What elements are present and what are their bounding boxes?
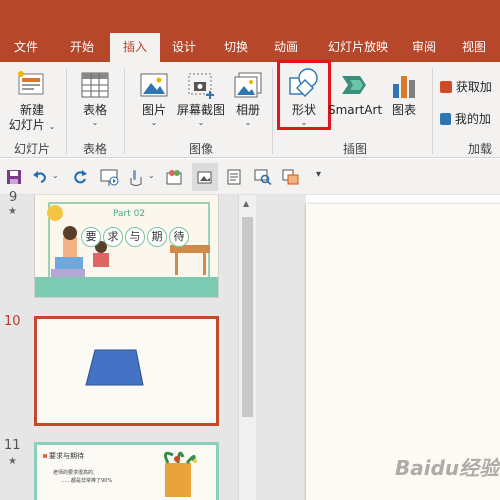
- new-slide-line1: 新建: [19, 103, 44, 117]
- slide-11-heading: 要求与期待: [43, 451, 84, 461]
- slide-9-part-label: Part 02: [113, 209, 146, 219]
- powerpoint-window: 文件 开始 插入 设计 切换 动画 幻灯片放映 审阅 视图 新建 幻灯片 ⌄ 表…: [0, 0, 500, 500]
- addins-icon: [440, 112, 451, 125]
- print-preview-icon[interactable]: [226, 169, 242, 185]
- chevron-down-icon: ⌄: [197, 118, 205, 127]
- thumbnails-scrollbar[interactable]: ▲: [238, 195, 256, 500]
- bullet-icon: [43, 454, 47, 458]
- my-addins-label: 我的加: [454, 112, 491, 126]
- slide-number: 9: [9, 190, 18, 205]
- group-label-images: 图像: [188, 142, 213, 156]
- slideshow-icon[interactable]: [100, 169, 120, 187]
- undo-dropdown-icon[interactable]: ⌄: [52, 171, 59, 180]
- tab-home[interactable]: 开始: [56, 33, 108, 62]
- smartart-button[interactable]: SmartArt: [328, 70, 382, 118]
- transition-star-icon: ★: [8, 206, 17, 217]
- my-addins-button[interactable]: 我的加: [440, 110, 500, 127]
- slide-number: 10: [4, 314, 21, 329]
- picture-label: 图片: [141, 103, 166, 117]
- screenshot-icon: [188, 73, 214, 99]
- pane-gap: [256, 195, 306, 500]
- separator: [66, 68, 67, 154]
- get-addins-label: 获取加: [455, 80, 492, 94]
- slide-11-line2: ……都是非常棒了90%: [61, 478, 113, 484]
- store-icon: [440, 80, 452, 93]
- photo-album-button[interactable]: 相册 ⌄: [228, 70, 268, 128]
- slide-thumbnail-11[interactable]: 要求与期待 老师的要求很高的, ……都是非常棒了90%: [34, 442, 219, 500]
- title-char: 求: [103, 227, 123, 247]
- group-label-tables: 表格: [82, 142, 107, 156]
- chart-label: 图表: [391, 103, 416, 117]
- chevron-down-icon: ⌄: [91, 118, 99, 127]
- tab-insert[interactable]: 插入: [110, 33, 160, 62]
- title-char: 与: [125, 227, 145, 247]
- new-slide-line2: 幻灯片 ⌄: [8, 118, 56, 132]
- touch-dropdown-icon[interactable]: ⌄: [148, 171, 155, 180]
- new-slide-button[interactable]: 新建 幻灯片 ⌄: [4, 70, 60, 133]
- slide-11-line1: 老师的要求很高的,: [53, 470, 95, 476]
- table-label: 表格: [82, 103, 107, 117]
- new-slide-icon: [18, 71, 44, 95]
- watermark: Baidu经验: [395, 456, 500, 480]
- group-label-illustrations: 插图: [342, 142, 367, 156]
- table-button[interactable]: 表格 ⌄: [72, 70, 118, 128]
- tab-transitions[interactable]: 切换: [214, 33, 258, 62]
- redo-icon[interactable]: [72, 169, 88, 185]
- ribbon-tabs: 文件 开始 插入 设计 切换 动画 幻灯片放映 审阅 视图: [0, 33, 500, 62]
- photo-album-label: 相册: [235, 103, 260, 117]
- separator: [432, 68, 433, 154]
- group-label-slides: 幻灯片: [13, 142, 50, 156]
- chart-icon: [393, 76, 415, 98]
- slide-thumbnail-9[interactable]: Part 02 要求与期待: [34, 195, 219, 298]
- insert-picture-icon[interactable]: [166, 169, 184, 185]
- tab-view[interactable]: 视图: [452, 33, 496, 62]
- screenshot-label: 屏幕截图: [176, 103, 225, 117]
- picture-button[interactable]: 图片 ⌄: [134, 70, 174, 128]
- smartart-icon: [342, 76, 366, 94]
- photo-album-icon: [234, 72, 262, 98]
- group-label-addins: 加载: [468, 142, 493, 156]
- smartart-label: SmartArt: [328, 103, 383, 117]
- title-bar: 文件 开始 插入 设计 切换 动画 幻灯片放映 审阅 视图: [0, 0, 500, 62]
- chevron-down-icon: ⌄: [150, 118, 158, 127]
- screenshot-qa-button[interactable]: [192, 163, 218, 191]
- touch-icon[interactable]: [128, 169, 144, 187]
- picture-icon: [140, 73, 168, 97]
- get-addins-button[interactable]: 获取加: [440, 78, 500, 95]
- scroll-up-icon[interactable]: ▲: [243, 199, 249, 208]
- chevron-down-icon: ⌄: [244, 118, 252, 127]
- tab-file[interactable]: 文件: [0, 33, 52, 62]
- tab-animations[interactable]: 动画: [264, 33, 308, 62]
- quick-access-toolbar: ⌄ ⌄ ▾: [0, 159, 500, 195]
- save-icon[interactable]: [6, 169, 22, 185]
- trapezoid-shape: [85, 349, 144, 386]
- tab-slideshow[interactable]: 幻灯片放映: [318, 33, 398, 62]
- slide-number: 11: [4, 438, 21, 453]
- separator: [272, 68, 273, 154]
- chart-button[interactable]: 图表: [384, 70, 424, 118]
- highlight-box: [277, 60, 331, 130]
- find-icon[interactable]: [254, 169, 272, 185]
- separator: [124, 68, 125, 154]
- table-icon: [81, 72, 109, 98]
- title-char: 待: [169, 227, 189, 247]
- tab-review[interactable]: 审阅: [402, 33, 446, 62]
- undo-icon[interactable]: [32, 169, 48, 185]
- slide-9-title: 要求与期待: [81, 225, 189, 247]
- format-icon[interactable]: [282, 169, 300, 185]
- screenshot-icon: [197, 171, 212, 184]
- tab-design[interactable]: 设计: [162, 33, 206, 62]
- transition-star-icon: ★: [8, 456, 17, 467]
- title-char: 期: [147, 227, 167, 247]
- screenshot-button[interactable]: 屏幕截图 ⌄: [174, 70, 228, 128]
- scrollbar-thumb[interactable]: [242, 217, 253, 417]
- slide-thumbnail-10[interactable]: [34, 316, 219, 426]
- chevron-down-icon: ⌄: [48, 122, 56, 131]
- title-char: 要: [81, 227, 101, 247]
- more-icon[interactable]: ▾: [316, 169, 321, 180]
